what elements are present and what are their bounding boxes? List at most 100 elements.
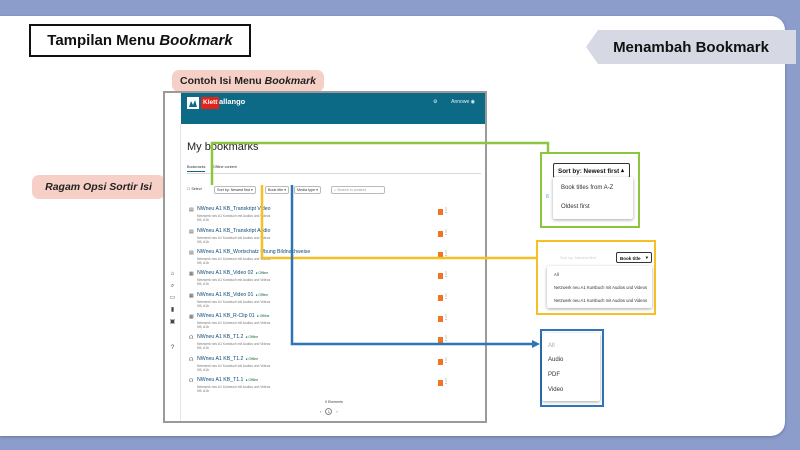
bookmark-row[interactable]: ☊ NWneu A1 KB_T1.2 ● Offline Netzwerk neu A… — [187, 356, 481, 375]
page-title: My bookmarks — [187, 141, 259, 153]
section-banner-label: Menambah Bookmark — [613, 38, 769, 56]
bookmark-title[interactable]: NWneu A1 KB_T1.2 ● Offline — [197, 356, 258, 362]
document-icon: ▤ — [189, 207, 194, 213]
media-type-dropdown[interactable]: Media type ▾ — [294, 186, 321, 194]
media-options-menu: All Audio PDF Video — [542, 333, 600, 401]
result-count: 9 Elements — [325, 400, 343, 404]
bookmark-book-detail: KB, A1b — [197, 389, 209, 393]
bookmark-row[interactable]: ▤ NWneu A1 KB_Transkript Audio Netzwerk ne… — [187, 228, 481, 247]
tab-bookmarks[interactable]: Bookmarks — [187, 165, 206, 172]
next-page-icon[interactable]: › — [336, 409, 337, 414]
slide-title-italic: Bookmark — [159, 32, 233, 49]
sort-popup-button-label: Sort by: Newest first — [558, 168, 620, 175]
bookmark-title-text: NWneu A1 KB_Video 02 — [197, 270, 254, 276]
bookmark-row[interactable]: ▦ NWneu A1 KB_Video 01 ● Offline Netzwerk n… — [187, 292, 481, 311]
help-icon[interactable]: ? — [169, 345, 176, 352]
bookmark-book-detail: KB, A1b — [197, 346, 209, 350]
media-type-dropdown-label: Media type — [297, 188, 316, 192]
bookmark-subtitle: Netzwerk neu A1 Kursbuch mit Audios und … — [197, 300, 270, 308]
headphones-icon: ☊ — [189, 357, 194, 363]
sort-option-oldest[interactable]: Oldest first — [561, 204, 590, 210]
example-label-italic: Bookmark — [264, 75, 317, 87]
bookmark-title[interactable]: NWneu A1 KB_T1.2 ● Offline — [197, 334, 258, 340]
offline-badge: ● Offline — [255, 271, 269, 275]
more-options-icon[interactable]: ⋮ — [443, 293, 449, 300]
book-option-all[interactable]: All — [554, 272, 559, 277]
chevron-down-icon: ▾ — [645, 255, 648, 260]
app-screenshot: Klett allango ⚙ Annowe ◉ ⌂ ⌕ ▭ ▮ ▣ ? My … — [163, 91, 487, 423]
bookmark-book-detail: KB, A1b — [197, 325, 209, 329]
tab-offline-content[interactable]: Offline content — [213, 165, 237, 169]
book-option-netzwerk-2[interactable]: Netzwerk neu A1 Kursbuch mit Audios und … — [554, 298, 647, 303]
bookmark-subtitle: Netzwerk neu A1 Kursbuch mit Audios und … — [197, 257, 270, 265]
bookmark-title[interactable]: NWneu A1 KB_T1.1 ● Offline — [197, 377, 258, 383]
bookmark-row[interactable]: ☊ NWneu A1 KB_T1.1 ● Offline Netzwerk neu A… — [187, 377, 481, 396]
bookmark-subtitle: Netzwerk neu A1 Kursbuch mit Audios und … — [197, 214, 270, 222]
headphones-icon: ☊ — [189, 335, 194, 341]
header-user[interactable]: Annowe — [451, 99, 469, 105]
bookmark-icon[interactable]: ▮ — [169, 307, 176, 314]
bookmark-title[interactable]: NWneu A1 KB_R-Clip 01 ● Offline — [197, 313, 269, 319]
slide-title-plain: Tampilan Menu — [47, 32, 156, 49]
home-icon[interactable]: ⌂ — [169, 271, 176, 278]
media-option-video[interactable]: Video — [548, 387, 563, 393]
library-icon[interactable]: ▭ — [169, 295, 176, 302]
bookmark-title[interactable]: NWneu A1 KB_Video 01 ● Offline — [197, 292, 268, 298]
media-option-pdf[interactable]: PDF — [548, 372, 560, 378]
more-options-icon[interactable]: ⋮ — [443, 271, 449, 278]
bookmark-row[interactable]: ☊ NWneu A1 KB_T1.2 ● Offline Netzwerk neu A… — [187, 334, 481, 353]
bookmark-row[interactable]: ▤ NWneu A1 KB_Wortschatz Übung Bildnachwe… — [187, 249, 481, 268]
bookmark-title[interactable]: NWneu A1 KB_Wortschatz Übung Bildnachwei… — [197, 249, 312, 255]
sort-dropdown[interactable]: Sort by: Newest first ▾ — [214, 186, 256, 194]
media-option-audio[interactable]: Audio — [548, 357, 563, 363]
page-number[interactable]: 1 — [325, 408, 333, 415]
slide-title: Tampilan Menu Bookmark — [29, 24, 251, 57]
more-options-icon[interactable]: ⋮ — [443, 229, 449, 236]
media-option-all[interactable]: All — [548, 343, 555, 349]
book-option-netzwerk-1[interactable]: Netzwerk neu A1 Kursbuch mit Audios und … — [554, 285, 647, 290]
select-all-label: Select — [191, 187, 202, 191]
video-icon: ▦ — [189, 293, 194, 299]
offline-badge: ● Offline — [255, 293, 269, 297]
offline-badge: ● Offline — [245, 357, 259, 361]
bookmark-title-text: NWneu A1 KB_Transkript Video — [197, 206, 271, 212]
more-options-icon[interactable]: ⋮ — [443, 357, 449, 364]
more-options-icon[interactable]: ⋮ — [443, 335, 449, 342]
more-options-icon[interactable]: ⋮ — [443, 378, 449, 385]
book-popup-button[interactable]: Book title ▾ — [616, 252, 652, 263]
search-input[interactable]: ⌕ Search in content — [331, 186, 385, 194]
header-actions: ⚙ Annowe ◉ — [433, 99, 475, 105]
bookmark-book-detail: KB, A1b — [197, 282, 209, 286]
bookmark-title-text: NWneu A1 KB_T1.2 — [197, 356, 244, 362]
sort-options-label-text: Ragam Opsi Sortir Isi — [45, 181, 152, 193]
bookmark-title-text: NWneu A1 KB_Wortschatz Übung Bildnachwei… — [197, 249, 311, 255]
media-icon[interactable]: ▣ — [169, 319, 176, 326]
user-avatar-icon[interactable]: ◉ — [471, 99, 475, 105]
book-options-menu: All Netzwerk neu A1 Kursbuch mit Audios … — [547, 266, 652, 308]
select-all-checkbox[interactable]: ☐ Select — [187, 186, 204, 194]
bookmark-title[interactable]: NWneu A1 KB_Transkript Video — [197, 206, 273, 212]
search-placeholder: Search in content — [337, 188, 366, 192]
settings-icon[interactable]: ⚙ — [433, 99, 437, 105]
example-label-plain: Contoh Isi Menu — [179, 75, 262, 87]
more-options-icon[interactable]: ⋮ — [443, 250, 449, 257]
video-icon: ▦ — [189, 314, 194, 320]
bookmark-row[interactable]: ▤ NWneu A1 KB_Transkript Video Netzwerk ne… — [187, 206, 481, 225]
bookmark-row[interactable]: ▦ NWneu A1 KB_Video 02 ● Offline Netzwerk n… — [187, 270, 481, 289]
bookmark-title[interactable]: NWneu A1 KB_Transkript Audio — [197, 228, 272, 234]
book-title-dropdown[interactable]: Book title ▾ — [265, 186, 290, 194]
headphones-icon: ☊ — [189, 378, 194, 384]
bookmark-title-text: NWneu A1 KB_Transkript Audio — [197, 228, 271, 234]
bookmark-title-text: NWneu A1 KB_R-Clip 01 — [197, 313, 255, 319]
prev-page-icon[interactable]: ‹ — [320, 409, 321, 414]
sort-option-a-z[interactable]: Book titles from A-Z — [561, 185, 613, 191]
more-options-icon[interactable]: ⋮ — [443, 207, 449, 214]
bookmark-row[interactable]: ▦ NWneu A1 KB_R-Clip 01 ● Offline Netzwerk … — [187, 313, 481, 332]
more-options-icon[interactable]: ⋮ — [443, 314, 449, 321]
sort-popup-button[interactable]: Sort by: Newest first ▴ — [553, 163, 630, 178]
bookmark-title[interactable]: NWneu A1 KB_Video 02 ● Offline — [197, 270, 268, 276]
video-icon: ▦ — [189, 271, 194, 277]
search-icon[interactable]: ⌕ — [169, 283, 176, 290]
app-header: Klett allango ⚙ Annowe ◉ — [181, 93, 485, 124]
bookmark-subtitle: Netzwerk neu A1 Kursbuch mit Audios und … — [197, 385, 270, 393]
